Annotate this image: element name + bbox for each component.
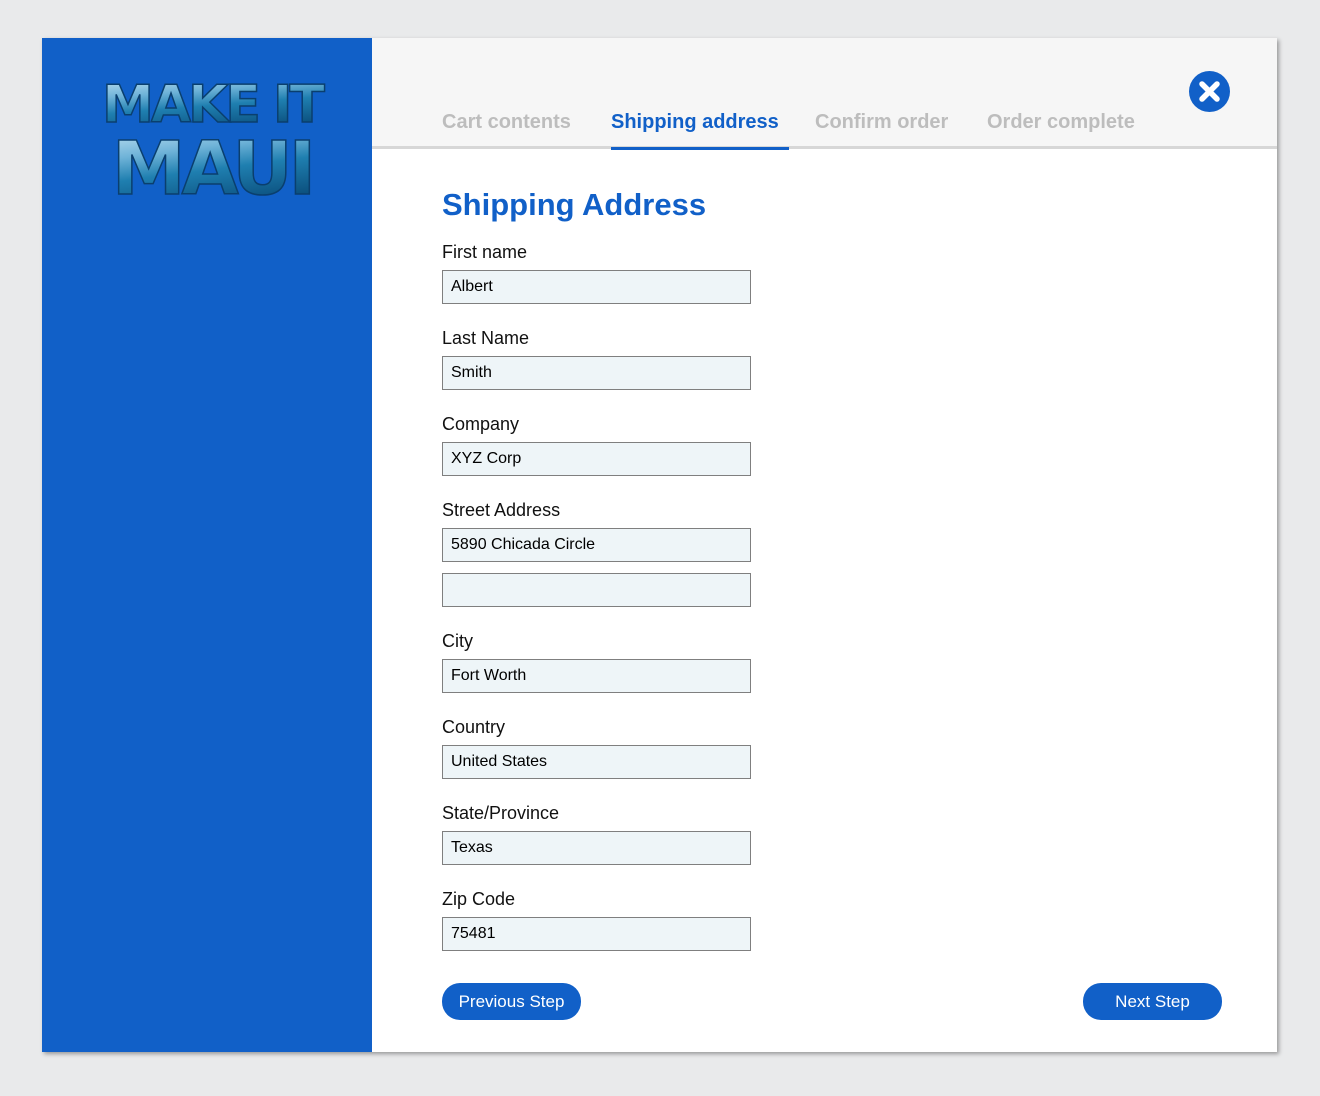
city-label: City	[442, 631, 473, 651]
first-name-label: First name	[442, 242, 528, 262]
company-label: Company	[442, 414, 520, 434]
checkout-window: MAKE IT MAUI Cart contents Shipping addr…	[42, 38, 1277, 1052]
previous-step-button[interactable]: Previous Step	[442, 983, 581, 1020]
logo-line-2: MAUI	[112, 126, 312, 204]
sidebar: MAKE IT MAUI	[42, 38, 372, 1052]
page-title: Shipping Address	[442, 187, 707, 222]
street-address-line1-field[interactable]	[442, 528, 751, 562]
make-it-maui-logo: MAKE IT MAUI	[92, 64, 332, 204]
checkout-steps-tabbar: Cart contents Shipping address Confirm o…	[372, 38, 1277, 150]
zip-code-field[interactable]	[442, 917, 751, 951]
main-panel: Cart contents Shipping address Confirm o…	[372, 38, 1277, 1052]
last-name-field[interactable]	[442, 356, 751, 390]
tab-order-complete[interactable]: Order complete	[987, 111, 1135, 134]
tab-confirm-order[interactable]: Confirm order	[815, 111, 948, 134]
street-address-label: Street Address	[442, 500, 561, 520]
last-name-label: Last Name	[442, 328, 530, 348]
street-address-line2-field[interactable]	[442, 573, 751, 607]
close-icon[interactable]	[1189, 71, 1230, 112]
city-field[interactable]	[442, 659, 751, 693]
first-name-field[interactable]	[442, 270, 751, 304]
zip-code-label: Zip Code	[442, 889, 516, 909]
state-province-field[interactable]	[442, 831, 751, 865]
tab-cart-contents[interactable]: Cart contents	[442, 111, 571, 134]
next-step-button[interactable]: Next Step	[1083, 983, 1222, 1020]
tab-shipping-address[interactable]: Shipping address	[611, 111, 789, 150]
country-label: Country	[442, 717, 506, 737]
state-province-label: State/Province	[442, 803, 560, 823]
company-field[interactable]	[442, 442, 751, 476]
country-field[interactable]	[442, 745, 751, 779]
